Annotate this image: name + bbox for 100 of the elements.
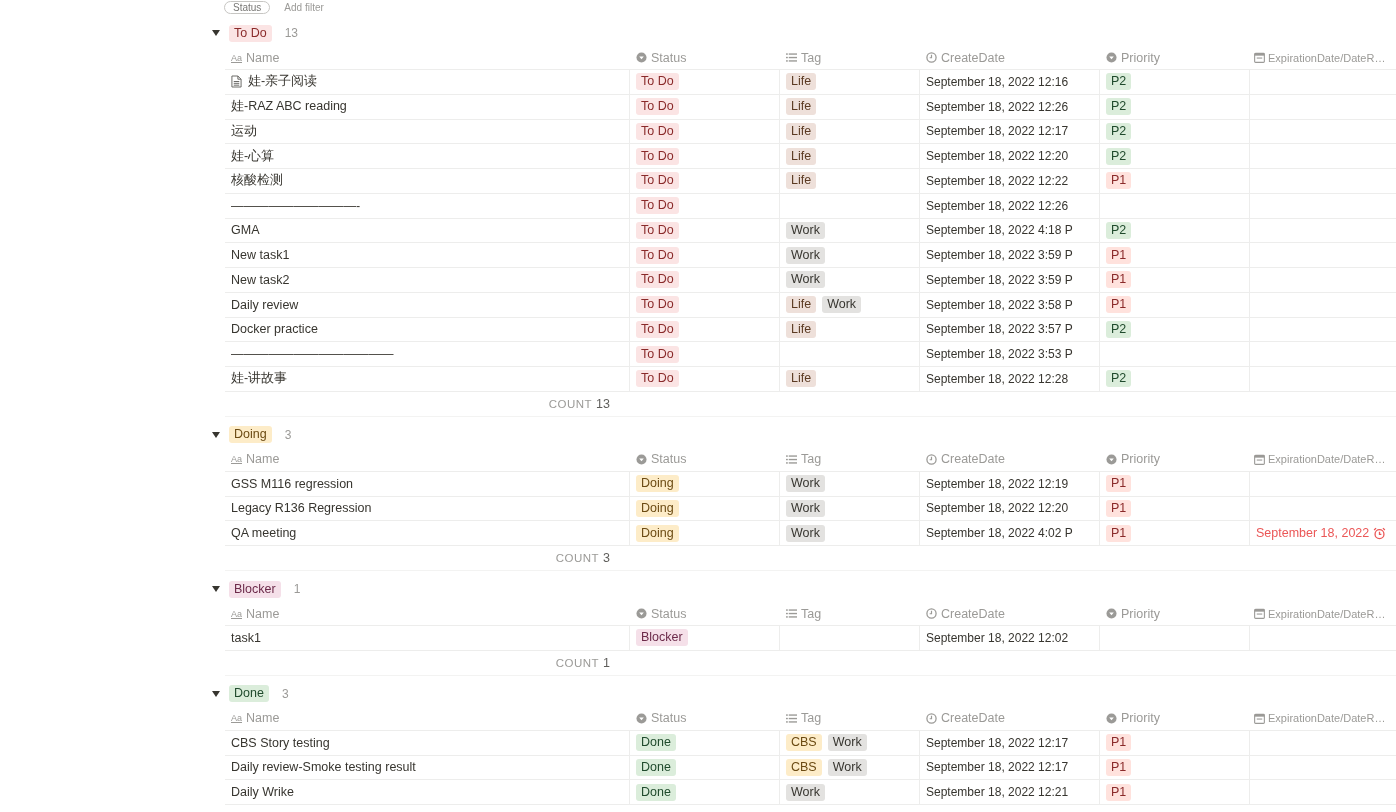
create-date: September 18, 2022 12:20 bbox=[926, 501, 1069, 516]
task-name[interactable]: CBS Story testing bbox=[231, 735, 330, 750]
task-name[interactable]: New task2 bbox=[231, 272, 290, 287]
column-header[interactable]: Status bbox=[630, 447, 780, 471]
add-filter-button[interactable]: Add filter bbox=[280, 2, 328, 13]
task-name[interactable]: QA meeting bbox=[231, 526, 297, 541]
task-name[interactable]: task1 bbox=[231, 630, 261, 645]
column-header[interactable]: Aa Name bbox=[225, 602, 630, 625]
tag-label: Work bbox=[786, 783, 825, 801]
column-header[interactable]: Priority bbox=[1100, 602, 1250, 625]
group-status-tag: To Do bbox=[229, 24, 272, 42]
task-name[interactable]: 娃-心算 bbox=[231, 147, 275, 165]
task-name[interactable]: Legacy R136 Regression bbox=[231, 501, 372, 516]
tag-label: Work bbox=[786, 475, 825, 493]
clock-icon bbox=[926, 52, 937, 63]
create-date: September 18, 2022 12:17 bbox=[926, 124, 1069, 139]
task-name[interactable]: ——————————- bbox=[231, 198, 361, 213]
priority-tag: P2 bbox=[1106, 370, 1132, 388]
column-header[interactable]: Status bbox=[630, 46, 780, 69]
list-icon bbox=[786, 453, 797, 465]
priority-tag: P2 bbox=[1106, 122, 1132, 140]
tag-label: Work bbox=[786, 221, 825, 239]
select-property-icon bbox=[1106, 608, 1117, 619]
status-tag: Done bbox=[636, 758, 676, 776]
column-header[interactable]: Priority bbox=[1100, 46, 1250, 69]
status-tag: To Do bbox=[636, 197, 679, 215]
count-value: 3 bbox=[603, 551, 610, 565]
column-header[interactable]: Aa Name bbox=[225, 46, 630, 69]
status-tag: To Do bbox=[636, 122, 679, 140]
status-tag: Blocker bbox=[636, 629, 688, 647]
group-status-tag: Doing bbox=[229, 426, 272, 444]
task-name[interactable]: GMA bbox=[231, 223, 260, 238]
column-header[interactable]: ExpirationDate/DateR… bbox=[1250, 447, 1396, 471]
select-property-icon bbox=[636, 453, 647, 465]
tag-label: Life bbox=[786, 122, 817, 140]
calendar-icon bbox=[1254, 52, 1265, 63]
priority-tag: P2 bbox=[1106, 73, 1132, 91]
tag-label: Work bbox=[822, 296, 862, 314]
collapse-triangle-icon[interactable] bbox=[212, 689, 220, 698]
task-name[interactable]: 娃-RAZ ABC reading bbox=[231, 98, 347, 116]
group-count: 1 bbox=[293, 582, 301, 596]
task-name[interactable]: 娃-亲子阅读 bbox=[248, 73, 318, 91]
column-header[interactable]: CreateDate bbox=[920, 46, 1100, 69]
collapse-triangle-icon[interactable] bbox=[212, 585, 220, 593]
status-tag: Done bbox=[636, 734, 676, 752]
column-header[interactable]: CreateDate bbox=[920, 706, 1100, 730]
column-header[interactable]: Tag bbox=[780, 706, 920, 730]
column-header[interactable]: Priority bbox=[1100, 706, 1250, 730]
list-icon bbox=[786, 52, 797, 63]
status-filter-chip[interactable]: Status bbox=[224, 1, 271, 14]
task-name[interactable]: 核酸检测 bbox=[231, 172, 283, 190]
column-header[interactable]: ExpirationDate/DateR… bbox=[1250, 706, 1396, 730]
priority-tag: P1 bbox=[1106, 475, 1132, 493]
task-name[interactable]: GSS M116 regression bbox=[231, 476, 354, 491]
priority-tag: P1 bbox=[1106, 172, 1132, 190]
clock-icon bbox=[926, 453, 937, 465]
column-header[interactable]: Tag bbox=[780, 46, 920, 69]
tag-label: Work bbox=[827, 734, 867, 752]
column-header[interactable]: Tag bbox=[780, 602, 920, 625]
column-header[interactable]: Tag bbox=[780, 447, 920, 471]
status-tag: Doing bbox=[636, 475, 679, 493]
task-name[interactable]: ————————————— bbox=[231, 347, 394, 362]
column-header[interactable]: Status bbox=[630, 706, 780, 730]
column-header[interactable]: CreateDate bbox=[920, 602, 1100, 625]
count-value: 13 bbox=[596, 396, 610, 411]
column-header[interactable]: ExpirationDate/DateR… bbox=[1250, 46, 1396, 69]
tag-label: Work bbox=[786, 246, 825, 264]
task-name[interactable]: Daily review bbox=[231, 297, 299, 312]
create-date: September 18, 2022 12:17 bbox=[926, 735, 1069, 750]
column-header[interactable]: Aa Name bbox=[225, 706, 630, 730]
task-name[interactable]: 运动 bbox=[231, 122, 257, 140]
column-header[interactable]: ExpirationDate/DateR… bbox=[1250, 602, 1396, 625]
collapse-triangle-icon[interactable] bbox=[212, 430, 220, 439]
group-count: 3 bbox=[284, 427, 292, 442]
clock-icon bbox=[926, 712, 937, 724]
status-tag: To Do bbox=[636, 271, 679, 289]
task-name[interactable]: Daily review-Smoke testing result bbox=[231, 760, 416, 775]
column-header[interactable]: CreateDate bbox=[920, 447, 1100, 471]
clock-icon bbox=[926, 608, 937, 619]
task-name[interactable]: Daily Wrike bbox=[231, 785, 294, 800]
status-tag: To Do bbox=[636, 320, 679, 338]
status-tag: Doing bbox=[636, 499, 679, 517]
task-name[interactable]: New task1 bbox=[231, 248, 290, 263]
column-header[interactable]: Status bbox=[630, 602, 780, 625]
tag-label: CBS bbox=[786, 758, 822, 776]
create-date: September 18, 2022 3:59 P bbox=[926, 248, 1073, 263]
group-status-tag: Done bbox=[229, 685, 269, 703]
status-tag: To Do bbox=[636, 370, 679, 388]
task-name[interactable]: Docker practice bbox=[231, 322, 318, 337]
column-header[interactable]: Priority bbox=[1100, 447, 1250, 471]
group-status-tag: Blocker bbox=[229, 580, 281, 598]
tag-label: Work bbox=[786, 499, 825, 517]
column-header[interactable]: Aa Name bbox=[225, 447, 630, 471]
status-tag: To Do bbox=[636, 221, 679, 239]
create-date: September 18, 2022 12:28 bbox=[926, 371, 1069, 386]
tag-label: Work bbox=[786, 524, 825, 542]
collapse-triangle-icon[interactable] bbox=[212, 29, 220, 37]
task-name[interactable]: 娃-讲故事 bbox=[231, 370, 288, 388]
create-date: September 18, 2022 12:20 bbox=[926, 149, 1069, 164]
priority-tag: P1 bbox=[1106, 246, 1132, 264]
